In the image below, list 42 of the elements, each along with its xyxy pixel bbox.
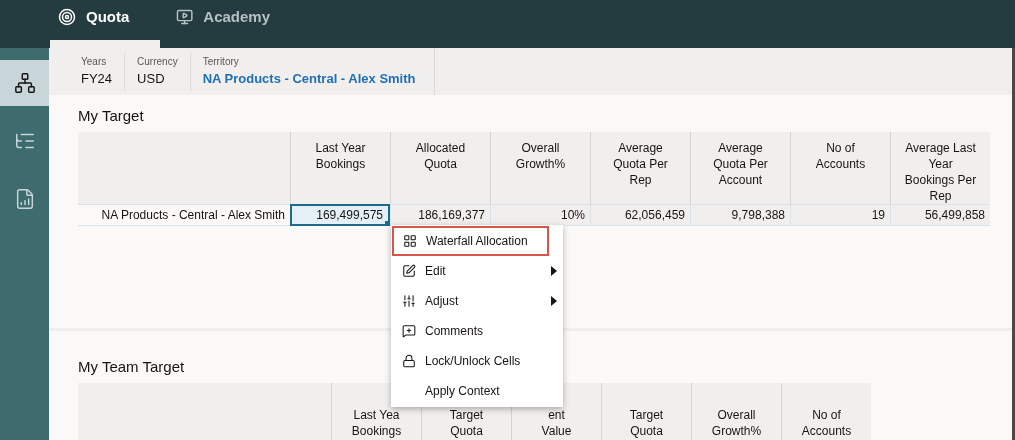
menu-item[interactable]: Waterfall Allocation — [392, 226, 549, 256]
table-cell[interactable]: 56,499,858 — [890, 204, 990, 226]
edit-icon — [402, 264, 416, 278]
sliders-icon — [402, 294, 416, 308]
lock-icon — [402, 354, 416, 368]
menu-item[interactable]: Edit — [391, 256, 563, 286]
hierarchy-icon — [13, 72, 36, 94]
context-label: Years — [81, 55, 108, 70]
column-header: Target Quota — [601, 383, 691, 440]
context-value[interactable]: NA Products - Central - Alex Smith — [202, 69, 416, 89]
table-cell[interactable]: 186,169,377 — [390, 204, 490, 226]
nav-tab[interactable]: Academy — [168, 0, 278, 48]
table-cell[interactable]: 19 — [790, 204, 890, 226]
context-value: USD — [137, 70, 166, 89]
column-header: No of Accounts — [790, 132, 890, 204]
table-cell[interactable]: 9,798,388 — [690, 204, 790, 226]
table-cell[interactable]: 10% — [490, 204, 590, 226]
column-header: No of Accounts — [781, 383, 871, 440]
sidebar-item[interactable] — [0, 60, 49, 106]
row-header: NA Products - Central - Alex Smith — [78, 204, 290, 226]
menu-item[interactable]: Comments — [391, 316, 563, 346]
context-value: FY24 — [81, 70, 113, 89]
column-header: Average Last Year Bookings Per Rep — [890, 132, 990, 204]
table-cell[interactable]: 62,056,459 — [590, 204, 690, 226]
menu-item[interactable]: Lock/Unlock Cells — [391, 346, 563, 376]
section-title: My Target — [78, 106, 144, 126]
column-header: Average Quota Per Rep — [590, 132, 690, 204]
fill-handle[interactable] — [385, 221, 390, 226]
monitor-play-icon — [176, 8, 194, 26]
column-header: Last Year Bookings — [290, 132, 390, 204]
column-header: Average Quota Per Account — [690, 132, 790, 204]
column-header: Overall Growth% — [691, 383, 781, 440]
comment-add-icon — [402, 324, 416, 338]
menu-item[interactable]: Adjust — [391, 286, 563, 316]
grid-icon — [403, 234, 417, 248]
target-icon — [58, 8, 76, 26]
table-cell[interactable]: 169,499,575 — [290, 204, 390, 226]
column-header: Overall Growth% — [490, 132, 590, 204]
column-header: Allocated Quota — [390, 132, 490, 204]
context-label: Territory — [202, 55, 240, 70]
section-title: My Team Target — [78, 357, 185, 377]
context-label: Currency — [137, 55, 178, 70]
